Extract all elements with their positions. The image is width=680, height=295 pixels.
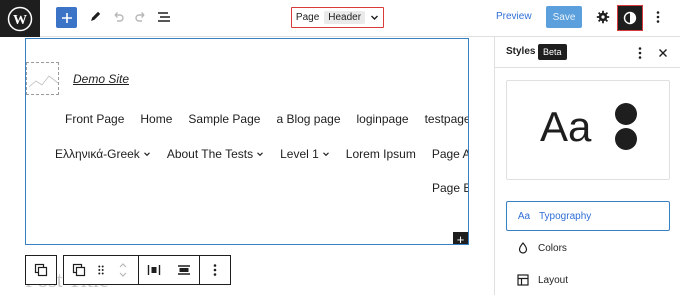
document-title-label: Page [295, 12, 320, 23]
chevron-down-icon [257, 152, 263, 157]
chevron-down-icon [322, 152, 329, 157]
styles-nav-colors[interactable]: Colors [506, 233, 670, 263]
list-view-icon [158, 12, 170, 22]
nav-item-blog-page[interactable]: a Blog page [276, 112, 340, 126]
preview-color-swatch [615, 128, 637, 150]
block-type-button[interactable] [64, 256, 94, 284]
nav-item-loginpage[interactable]: loginpage [357, 112, 409, 126]
close-icon [659, 49, 667, 57]
wordpress-logo-icon[interactable]: W [0, 0, 40, 37]
block-options-button[interactable] [200, 256, 230, 284]
template-part-icon [34, 263, 48, 277]
chevron-down-icon [143, 152, 150, 157]
drag-handle-icon [98, 265, 104, 275]
full-width-icon [178, 265, 190, 275]
redo-icon [135, 12, 145, 22]
nav-item-home[interactable]: Home [140, 112, 172, 126]
add-block-button[interactable] [56, 7, 77, 28]
nav-item-label: Level 1 [280, 147, 319, 161]
pencil-icon [91, 11, 101, 21]
svg-text:W: W [13, 13, 27, 28]
nav-item-sample-page[interactable]: Sample Page [188, 112, 260, 126]
settings-button[interactable] [594, 8, 612, 26]
editor-canvas: Post Title Demo Site Front Page Home Sam… [0, 37, 494, 295]
styles-nav-label: Layout [538, 274, 569, 286]
undo-button[interactable] [109, 8, 127, 26]
options-menu-button[interactable] [649, 8, 667, 26]
edit-tools-button[interactable] [86, 8, 104, 26]
styles-nav-label: Typography [539, 210, 592, 222]
more-vertical-icon [213, 264, 217, 276]
list-view-button[interactable] [156, 8, 174, 26]
more-vertical-icon [638, 47, 642, 59]
gear-icon [596, 10, 610, 24]
site-logo-placeholder[interactable] [26, 62, 59, 95]
template-part-tag: Header [324, 11, 366, 24]
typography-icon: Aa [517, 210, 531, 222]
sidebar-title: Styles [506, 46, 536, 57]
nav-item-testpage1[interactable]: testpage1 [425, 112, 468, 126]
image-placeholder-icon [28, 75, 59, 88]
styles-navigation: Aa Typography Colors Layout [506, 201, 670, 295]
justify-button[interactable] [139, 256, 169, 284]
beta-badge: Beta [538, 44, 567, 60]
block-inserter-button[interactable]: + [453, 232, 468, 244]
undo-icon [114, 12, 124, 22]
styles-sidebar: Styles Beta Aa Aa Typography Colors Layo… [494, 37, 680, 295]
layout-icon [516, 274, 530, 286]
wordpress-icon: W [7, 6, 33, 31]
navigation-row-2: Ελληνικά-Greek About The Tests Level 1 L… [55, 147, 468, 161]
header-template-part[interactable]: Demo Site Front Page Home Sample Page a … [25, 38, 469, 245]
nav-item-about-the-tests[interactable]: About The Tests [167, 147, 264, 161]
move-up-down-buttons[interactable] [108, 256, 138, 284]
nav-item-label: About The Tests [166, 147, 254, 161]
chevron-up-down-icon [119, 263, 127, 277]
close-sidebar-button[interactable] [655, 45, 671, 61]
navigation-row-3: Page B [432, 181, 468, 195]
nav-item-page-b[interactable]: Page B [432, 181, 468, 195]
width-button[interactable] [169, 256, 199, 284]
top-toolbar: W Page Header Preview Save [0, 0, 680, 37]
justify-space-between-icon [147, 265, 161, 275]
nav-item-lorem-ipsum[interactable]: Lorem Ipsum [346, 147, 416, 161]
preview-color-swatch [615, 103, 637, 125]
select-parent-button[interactable] [26, 256, 56, 284]
nav-item-label: Ελληνικά-Greek [55, 147, 140, 161]
nav-item-level-1[interactable]: Level 1 [280, 147, 330, 161]
nav-item-page-a[interactable]: Page A [432, 147, 468, 161]
block-toolbar [25, 255, 231, 285]
chevron-down-icon [371, 15, 379, 20]
styles-nav-label: Colors [538, 242, 567, 254]
nav-item-front-page[interactable]: Front Page [65, 112, 124, 126]
colors-icon [516, 242, 530, 254]
save-button[interactable]: Save [546, 6, 582, 28]
preview-button[interactable]: Preview [496, 8, 532, 26]
redo-button[interactable] [132, 8, 150, 26]
parent-selector-group [25, 255, 57, 285]
sidebar-header: Styles Beta [495, 37, 680, 68]
more-vertical-icon [656, 11, 660, 23]
styles-toggle-button[interactable] [617, 5, 643, 31]
plus-icon [61, 12, 72, 23]
styles-nav-layout[interactable]: Layout [506, 265, 670, 295]
block-controls-group [63, 255, 231, 285]
contrast-icon [623, 11, 637, 25]
style-preview-card[interactable]: Aa [506, 80, 670, 180]
document-title-selector[interactable]: Page Header [291, 7, 384, 28]
navigation-row-1: Front Page Home Sample Page a Blog page … [65, 112, 468, 126]
preview-typography-sample: Aa [540, 103, 592, 150]
template-part-icon [72, 263, 86, 277]
drag-handle[interactable] [94, 256, 108, 284]
styles-nav-typography[interactable]: Aa Typography [506, 201, 670, 231]
nav-item-greek[interactable]: Ελληνικά-Greek [55, 147, 151, 161]
site-title-link[interactable]: Demo Site [73, 72, 129, 86]
sidebar-more-button[interactable] [633, 45, 647, 61]
